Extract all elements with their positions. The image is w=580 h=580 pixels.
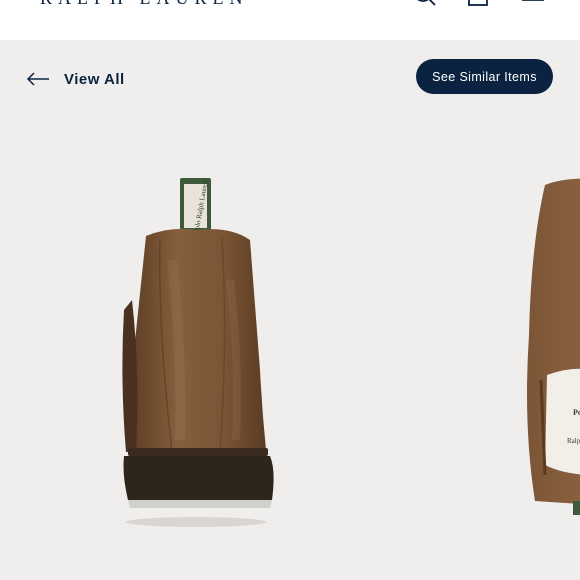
insole-brand-script: Ralph Lauren [567, 437, 580, 445]
arrow-left-icon [26, 72, 49, 86]
product-image-carousel[interactable]: Polo Ralph Lauren Po Ralp [0, 100, 580, 580]
insole-brand-text: Polo [573, 408, 580, 417]
view-all-link[interactable]: View All [26, 66, 125, 92]
bag-icon[interactable] [466, 0, 490, 8]
search-icon[interactable] [412, 0, 438, 8]
boot-side-view-image: Polo Ralph Lauren [527, 178, 580, 515]
product-gallery-page: RALPH LAUREN View All See Similar Items [0, 0, 580, 580]
site-header: RALPH LAUREN [0, 0, 580, 40]
view-all-label: View All [64, 70, 125, 88]
menu-icon[interactable] [520, 0, 546, 8]
brand-logo[interactable]: RALPH LAUREN [40, 0, 249, 9]
boot-rear-view-image: Polo Ralph Lauren [122, 178, 274, 527]
see-similar-items-button[interactable]: See Similar Items [416, 59, 553, 94]
